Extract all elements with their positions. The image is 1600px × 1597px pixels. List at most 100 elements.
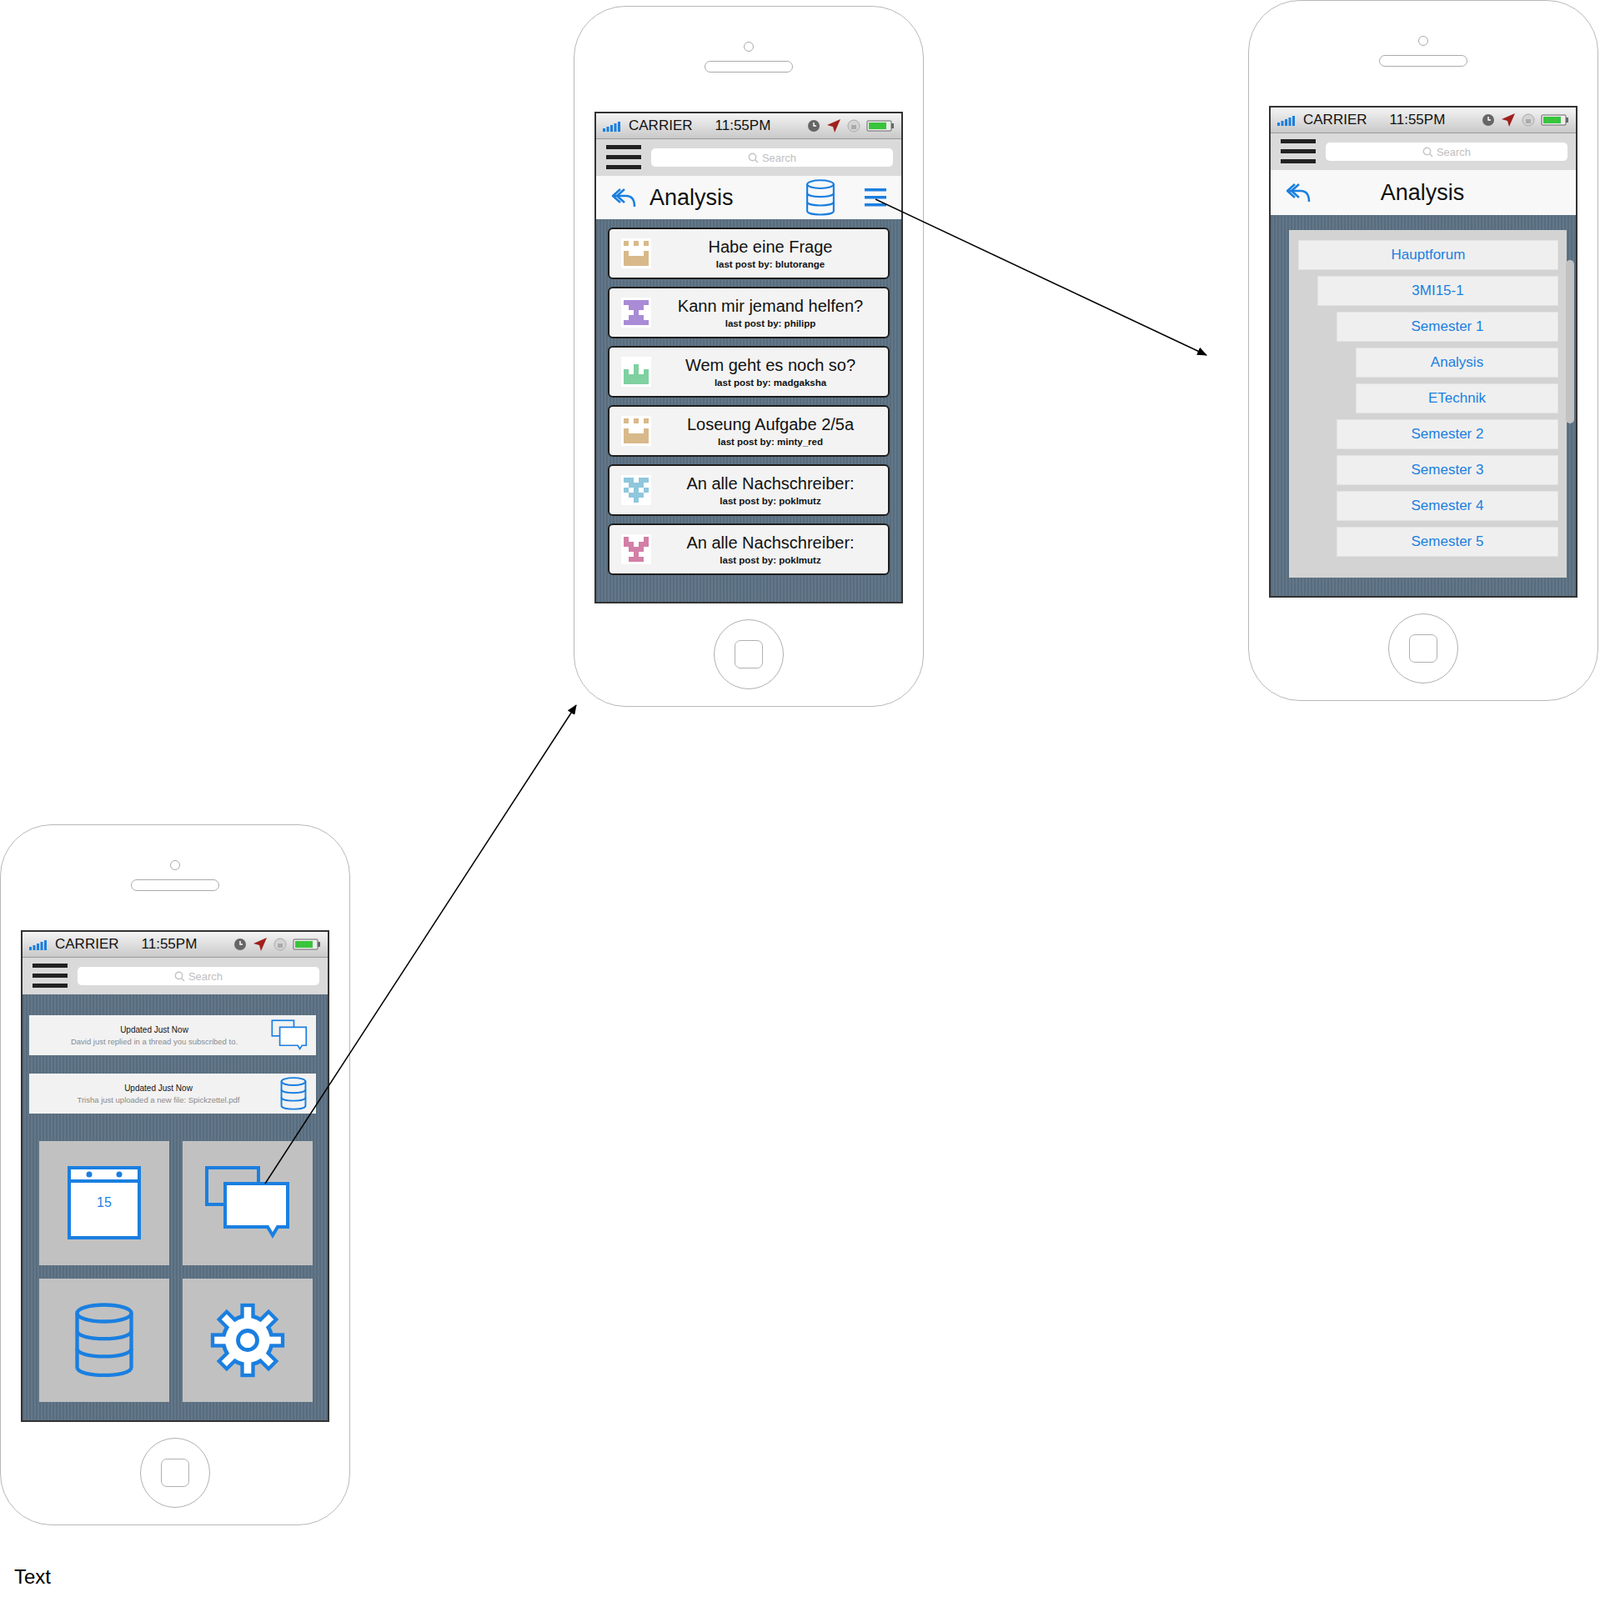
scrollbar[interactable] — [1565, 260, 1575, 424]
magnifier-icon — [1422, 146, 1434, 158]
location-icon — [826, 118, 842, 134]
search-field[interactable]: Search — [77, 967, 320, 986]
back-arrow-icon[interactable] — [1284, 180, 1313, 206]
notification-card[interactable]: Updated Just Now David just replied in a… — [29, 1015, 316, 1056]
diagram-canvas: CARRIER 11:55PM Search Updated Just Now … — [0, 0, 1600, 1597]
home-screen: CARRIER 11:55PM Search Updated Just Now … — [20, 930, 330, 1423]
chat-icon[interactable] — [204, 1165, 291, 1241]
list-menu-icon[interactable] — [864, 186, 887, 209]
forum-item[interactable]: Semester 2 — [1336, 419, 1559, 450]
identicon-icon — [623, 536, 649, 562]
calendar-tile[interactable]: 15 — [39, 1141, 170, 1266]
home-content: Updated Just Now David just replied in a… — [22, 994, 328, 1421]
forum-item[interactable]: 3MI15-1 — [1317, 275, 1559, 306]
phone-camera — [743, 41, 754, 52]
notification-title: Updated Just Now — [37, 1025, 271, 1035]
avatar — [621, 238, 652, 269]
search-placeholder: Search — [188, 970, 223, 984]
thread-byline: last post by: poklmutz — [659, 555, 882, 566]
back-arrow-icon[interactable] — [609, 185, 638, 211]
thread-card[interactable]: Kann mir jemand helfen? last post by: ph… — [607, 286, 890, 339]
forum-tree: Hauptforum 3MI15-1 Semester 1 Analysis ETech… — [1289, 230, 1567, 578]
caption-text: Text — [14, 1565, 51, 1590]
forum-item[interactable]: Semester 5 — [1336, 526, 1559, 557]
flow-arrow — [265, 705, 577, 1184]
header-title: Analysis — [649, 185, 734, 211]
thread-card[interactable]: Loseung Aufgabe 2/5a last post by: minty… — [607, 405, 890, 457]
forum-item[interactable]: Semester 3 — [1336, 455, 1559, 486]
search-placeholder: Search — [1436, 145, 1471, 159]
calendar-icon: 15 — [66, 1165, 142, 1241]
battery-icon — [1540, 114, 1570, 126]
header-title: Analysis — [1324, 180, 1561, 206]
search-field[interactable]: Search — [1325, 142, 1568, 161]
time-label: 11:55PM — [1389, 111, 1446, 129]
forum-item[interactable]: ETechnik — [1355, 383, 1559, 414]
svg-text:15: 15 — [96, 1195, 112, 1210]
database-icon[interactable] — [72, 1303, 136, 1379]
location-icon — [252, 937, 268, 953]
avatar — [621, 416, 652, 447]
forum-item[interactable]: Analysis — [1355, 347, 1559, 378]
home-button[interactable] — [1388, 613, 1459, 684]
settings-tile[interactable] — [182, 1278, 313, 1404]
time-label: 11:55PM — [141, 936, 198, 953]
gear-icon — [207, 1300, 288, 1381]
thread-card[interactable]: An alle Nachschreiber: last post by: pok… — [607, 523, 890, 576]
identicon-icon — [623, 359, 649, 385]
forum-tile[interactable] — [182, 1141, 313, 1266]
thread-title: Wem geht es noch so? — [659, 356, 882, 376]
carrier-label: CARRIER — [1303, 111, 1368, 129]
identicon-icon — [623, 477, 649, 503]
thread-byline: last post by: blutorange — [659, 259, 882, 270]
forum-item[interactable]: Semester 4 — [1336, 491, 1559, 522]
notification-card[interactable]: Updated Just Now Trisha just uploaded a … — [29, 1073, 316, 1114]
menu-icon[interactable] — [32, 963, 68, 989]
forum-item[interactable]: Semester 1 — [1336, 311, 1559, 342]
thread-byline: last post by: minty_red — [659, 436, 882, 447]
forum-item[interactable]: Hauptforum — [1298, 240, 1559, 271]
phone-speaker — [704, 60, 793, 73]
thread-title: Loseung Aufgabe 2/5a — [659, 415, 882, 435]
search-placeholder: Search — [762, 151, 797, 165]
carrier-label: CARRIER — [55, 936, 120, 953]
files-tile[interactable] — [39, 1278, 170, 1404]
menu-icon[interactable] — [606, 145, 642, 171]
threads-phone: CARRIER 11:55PM Search Analysis Habe ein… — [573, 5, 924, 708]
battery-icon — [292, 938, 322, 951]
lock-icon — [847, 119, 861, 133]
database-icon[interactable] — [804, 179, 837, 216]
thread-byline: last post by: philipp — [659, 318, 882, 329]
home-button[interactable] — [713, 619, 784, 690]
thread-card[interactable]: An alle Nachschreiber: last post by: pok… — [607, 464, 890, 517]
flow-arrow — [875, 199, 1207, 356]
tile-grid: 15 — [39, 1141, 313, 1403]
database-icon[interactable] — [279, 1077, 308, 1111]
search-row: Search — [596, 139, 902, 176]
search-field[interactable]: Search — [651, 148, 893, 167]
thread-title: Habe eine Frage — [659, 237, 882, 257]
home-button[interactable] — [140, 1438, 211, 1509]
lock-icon — [273, 937, 287, 952]
avatar — [621, 534, 652, 565]
battery-icon — [866, 120, 895, 132]
thread-card[interactable]: Habe eine Frage last post by: blutorange — [607, 227, 890, 280]
time-label: 11:55PM — [715, 117, 772, 135]
thread-title: An alle Nachschreiber: — [659, 533, 882, 553]
magnifier-icon — [174, 971, 186, 983]
menu-icon[interactable] — [1280, 139, 1316, 165]
chat-icon[interactable] — [270, 1019, 308, 1052]
clock-icon — [1481, 113, 1495, 127]
phone-camera — [170, 860, 181, 871]
signal-icon — [29, 938, 50, 951]
home-phone: CARRIER 11:55PM Search Updated Just Now … — [0, 824, 351, 1526]
search-row: Search — [1270, 133, 1576, 171]
avatar — [621, 297, 652, 328]
search-row: Search — [22, 957, 328, 995]
clock-icon — [807, 119, 821, 133]
forum-content: Hauptforum 3MI15-1 Semester 1 Analysis ETech… — [1270, 215, 1576, 597]
forum-phone: CARRIER 11:55PM Search Analysis Hauptfor… — [1248, 0, 1599, 702]
lock-icon — [1521, 113, 1535, 127]
thread-card[interactable]: Wem geht es noch so? last post by: madga… — [607, 346, 890, 398]
flow-arrows — [0, 0, 1600, 1597]
